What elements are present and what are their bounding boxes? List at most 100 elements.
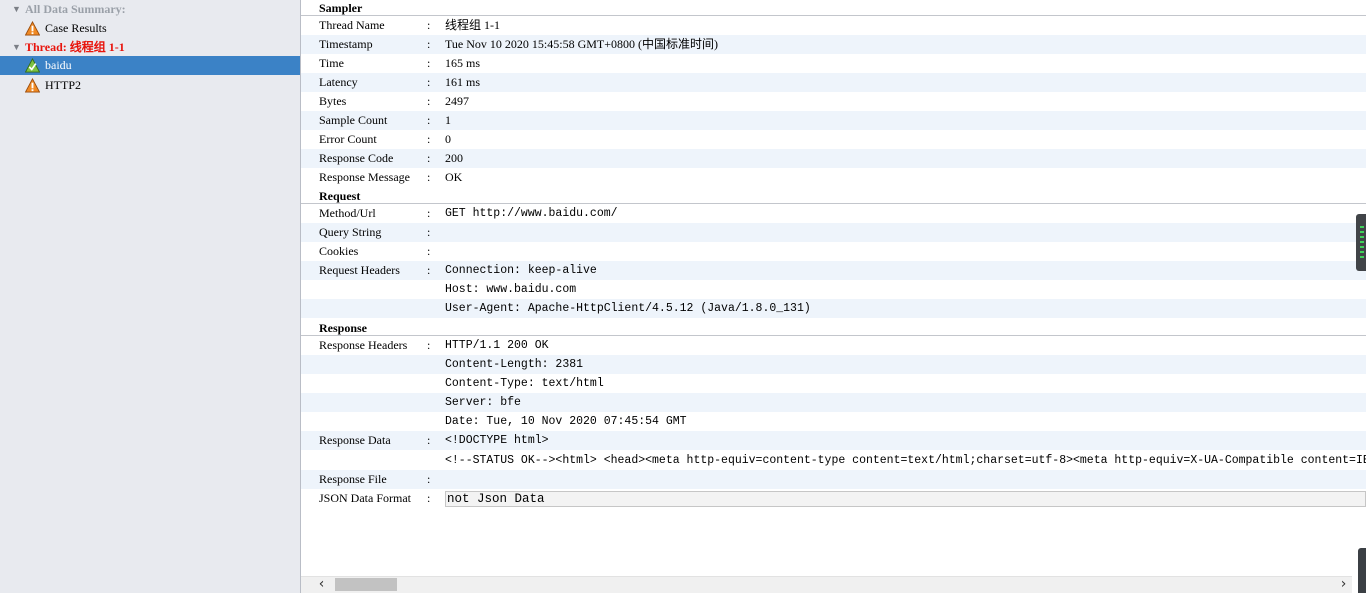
field-row-time: Time : 165 ms [301, 54, 1366, 73]
field-separator: : [427, 225, 431, 239]
vertical-scroll-handle[interactable] [1356, 214, 1366, 271]
grip-mark [1360, 226, 1364, 228]
field-row-response-headers-cont: Content-Length: 2381 [301, 355, 1366, 374]
tree-node-case-results[interactable]: Case Results [0, 19, 300, 38]
field-row-response-headers-cont: Date: Tue, 10 Nov 2020 07:45:54 GMT [301, 412, 1366, 431]
field-row-response-headers-cont: Content-Type: text/html [301, 374, 1366, 393]
field-value: 161 ms [445, 75, 481, 89]
summary-label: All Data Summary: [25, 2, 126, 16]
field-separator: : [427, 244, 431, 258]
field-row-response-data: Response Data : <!DOCTYPE html> [301, 431, 1366, 450]
field-separator: : [427, 94, 431, 108]
field-row-request-headers: Request Headers : Connection: keep-alive [301, 261, 1366, 280]
tree-node-http2[interactable]: HTTP2 [0, 76, 300, 95]
grip-mark [1360, 241, 1364, 243]
field-key: Query String [319, 225, 382, 239]
field-value: 200 [445, 151, 463, 165]
field-separator: : [427, 18, 431, 32]
response-data-line: <!--STATUS OK--><html> <head><meta http-… [445, 454, 1366, 467]
header-line: Host: www.baidu.com [445, 283, 577, 296]
field-separator: : [427, 263, 431, 277]
field-key: Request Headers [319, 263, 400, 277]
field-row-response-headers: Response Headers : HTTP/1.1 200 OK [301, 336, 1366, 355]
field-key: Timestamp [319, 37, 373, 51]
scroll-right-icon[interactable]: › [1335, 576, 1352, 593]
grip-mark [1360, 236, 1364, 238]
warning-triangle-icon [25, 78, 40, 93]
scroll-left-icon[interactable]: ‹ [313, 576, 330, 593]
field-key: Response Code [319, 151, 394, 165]
result-detail-panel: Sampler Thread Name : 线程组 1-1 Timestamp … [301, 0, 1366, 593]
field-separator: : [427, 338, 431, 352]
field-value: 2497 [445, 94, 469, 108]
response-data-line: <!DOCTYPE html> [445, 434, 549, 447]
field-separator: : [427, 151, 431, 165]
field-value: 165 ms [445, 56, 481, 70]
header-line: Connection: keep-alive [445, 264, 597, 277]
header-line: Date: Tue, 10 Nov 2020 07:45:54 GMT [445, 415, 687, 428]
field-key: Latency [319, 75, 358, 89]
section-header-response: Response [301, 320, 1366, 336]
field-key: Method/Url [319, 206, 376, 220]
field-row-response-headers-cont: Server: bfe [301, 393, 1366, 412]
expand-caret-icon[interactable]: ▼ [12, 38, 21, 57]
header-line: User-Agent: Apache-HttpClient/4.5.12 (Ja… [445, 302, 811, 315]
header-line: HTTP/1.1 200 OK [445, 339, 549, 352]
field-row-thread-name: Thread Name : 线程组 1-1 [301, 16, 1366, 35]
field-row-method-url: Method/Url : GET http://www.baidu.com/ [301, 204, 1366, 223]
field-separator: : [427, 170, 431, 184]
field-value: 0 [445, 132, 451, 146]
field-separator: : [427, 206, 431, 220]
grip-mark [1360, 231, 1364, 233]
grip-mark [1360, 256, 1364, 258]
field-value: 1 [445, 113, 451, 127]
tree-node-thread[interactable]: ▼ Thread: 线程组 1-1 [0, 38, 300, 57]
header-line: Content-Type: text/html [445, 377, 604, 390]
horizontal-scrollbar[interactable]: ‹ › [301, 576, 1352, 593]
field-separator: : [427, 113, 431, 127]
field-key: Error Count [319, 132, 377, 146]
field-value: Tue Nov 10 2020 15:45:58 GMT+0800 (中国标准时… [445, 37, 718, 51]
field-separator: : [427, 433, 431, 447]
warning-triangle-icon [25, 21, 40, 36]
field-separator: : [427, 56, 431, 70]
field-row-cookies: Cookies : [301, 242, 1366, 261]
field-row-sample-count: Sample Count : 1 [301, 111, 1366, 130]
field-row-query-string: Query String : [301, 223, 1366, 242]
vertical-scroll-handle-lower[interactable] [1358, 548, 1366, 593]
tree-label-baidu: baidu [45, 58, 72, 72]
json-format-field[interactable]: not Json Data [445, 491, 1366, 507]
success-triangle-icon [25, 58, 40, 73]
field-row-bytes: Bytes : 2497 [301, 92, 1366, 111]
grip-mark [1360, 251, 1364, 253]
section-header-sampler: Sampler [301, 0, 1366, 16]
field-separator: : [427, 132, 431, 146]
field-key: Cookies [319, 244, 359, 258]
section-header-request: Request [301, 188, 1366, 204]
grip-mark [1360, 246, 1364, 248]
header-line: Content-Length: 2381 [445, 358, 584, 371]
expand-caret-icon[interactable]: ▼ [12, 0, 21, 19]
field-row-timestamp: Timestamp : Tue Nov 10 2020 15:45:58 GMT… [301, 35, 1366, 54]
field-key: JSON Data Format [319, 491, 411, 505]
result-tree-panel: ▼ All Data Summary: Case Results ▼ Threa… [0, 0, 300, 593]
field-row-error-count: Error Count : 0 [301, 130, 1366, 149]
field-row-response-message: Response Message : OK [301, 168, 1366, 187]
tree-node-baidu[interactable]: baidu [0, 56, 300, 75]
field-row-latency: Latency : 161 ms [301, 73, 1366, 92]
field-separator: : [427, 75, 431, 89]
field-key: Response Headers [319, 338, 408, 352]
field-separator: : [427, 37, 431, 51]
field-value: OK [445, 170, 463, 184]
tree-label-http2: HTTP2 [45, 78, 81, 92]
header-line: Server: bfe [445, 396, 521, 409]
field-key: Response Message [319, 170, 410, 184]
scrollbar-thumb[interactable] [335, 578, 397, 591]
field-separator: : [427, 491, 431, 505]
field-value: GET http://www.baidu.com/ [445, 207, 618, 220]
field-key: Sample Count [319, 113, 388, 127]
field-row-response-file: Response File : [301, 470, 1366, 489]
tree-node-summary[interactable]: ▼ All Data Summary: [0, 0, 300, 19]
field-row-request-headers-cont: User-Agent: Apache-HttpClient/4.5.12 (Ja… [301, 299, 1366, 318]
field-row-json-format: JSON Data Format : not Json Data [301, 489, 1366, 508]
